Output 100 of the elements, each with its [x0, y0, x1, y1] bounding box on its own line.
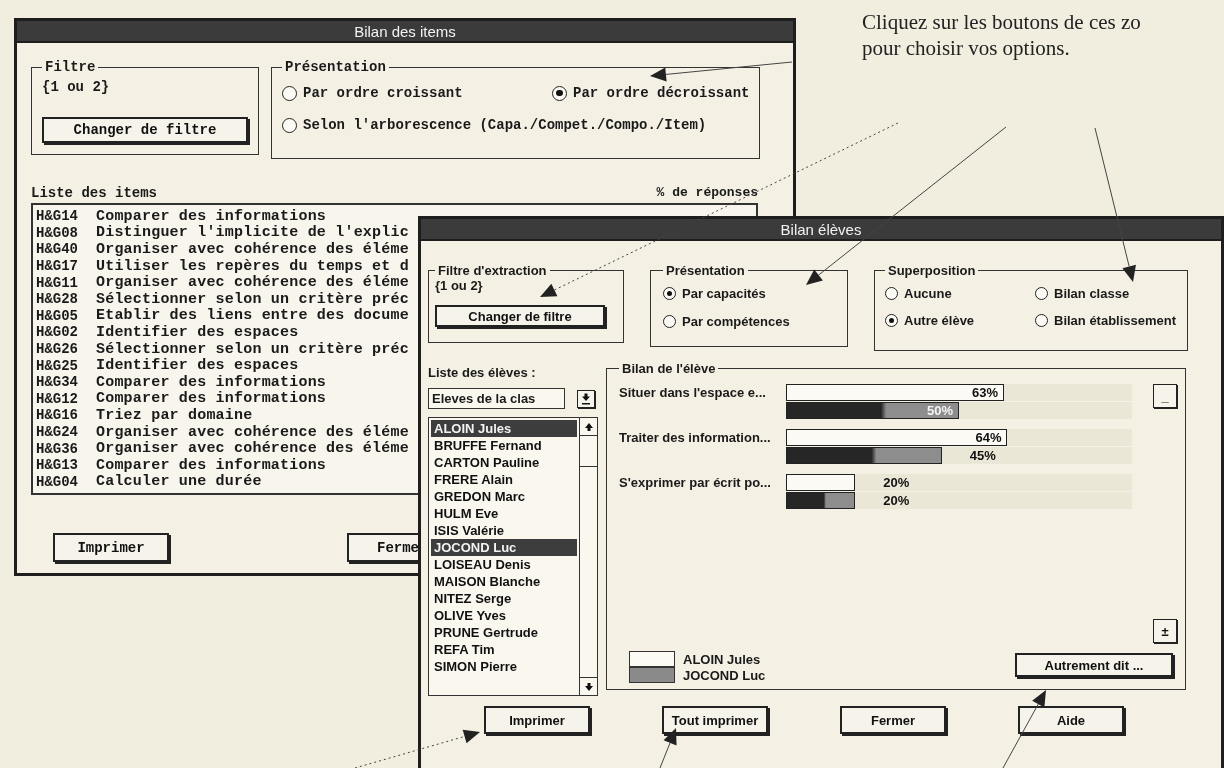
item-label[interactable]: Sélectionner selon un critère préc — [96, 290, 409, 308]
radio-button[interactable] — [1035, 287, 1048, 300]
scroll-up-icon — [583, 421, 594, 432]
item-code[interactable]: H&G13 — [36, 457, 96, 474]
radio-label[interactable]: Par ordre décroissant — [573, 85, 750, 101]
item-code[interactable]: H&G17 — [36, 258, 96, 275]
item-code[interactable]: H&G24 — [36, 424, 96, 440]
radio-button[interactable] — [663, 315, 676, 328]
window-title: Bilan élèves — [780, 220, 862, 238]
item-label[interactable]: Organiser avec cohérence des éléme — [96, 241, 409, 258]
class-select[interactable]: Eleves de la clas — [428, 388, 565, 409]
list-item[interactable]: FRERE Alain — [431, 471, 577, 488]
radio-label[interactable]: Selon l'arborescence (Capa./Compet./Compo./Item) — [303, 117, 707, 133]
small-button[interactable]: _ — [1153, 384, 1177, 408]
scrollbar[interactable] — [579, 418, 597, 695]
item-code[interactable]: H&G16 — [36, 407, 96, 424]
item-code[interactable]: H&G28 — [36, 291, 96, 308]
list-item[interactable]: CARTON Pauline — [431, 454, 577, 471]
radio-button[interactable] — [663, 287, 676, 300]
radio-button[interactable] — [885, 287, 898, 300]
list-item[interactable]: JOCOND Luc — [431, 539, 577, 556]
item-label[interactable]: Identifier des espaces — [96, 323, 299, 341]
item-code[interactable]: H&G40 — [36, 241, 96, 258]
item-label[interactable]: Comparer des informations — [96, 390, 327, 408]
list-item[interactable]: SIMON Pierre — [431, 658, 577, 675]
dialog-button[interactable]: Imprimer — [484, 706, 590, 734]
item-code[interactable]: H&G25 — [36, 357, 96, 374]
item-label[interactable]: Identifier des espaces — [96, 357, 299, 375]
item-code[interactable]: H&G36 — [36, 440, 96, 457]
radio-label[interactable]: Bilan établissement — [1054, 313, 1177, 328]
scroll-down-icon — [583, 681, 594, 692]
dropdown-button[interactable] — [577, 389, 595, 408]
percent-value: 50% — [926, 403, 953, 418]
radio-label[interactable]: Autre élève — [904, 313, 975, 328]
list-item[interactable]: GREDON Marc — [431, 488, 577, 505]
dialog-button[interactable]: Fermer — [840, 706, 946, 734]
list-item[interactable]: REFA Tim — [431, 641, 577, 658]
list-item[interactable]: MAISON Blanche — [431, 573, 577, 590]
radio-label[interactable]: Bilan classe — [1054, 286, 1130, 301]
item-code[interactable]: H&G08 — [36, 224, 96, 241]
legend-swatch — [629, 667, 675, 683]
caption-line: pour choisir vos options. — [862, 35, 1071, 61]
radio-button[interactable] — [885, 314, 898, 327]
item-label[interactable]: Organiser avec cohérence des éléme — [96, 440, 409, 458]
item-label[interactable]: Organiser avec cohérence des éléme — [96, 423, 409, 441]
item-code[interactable]: H&G34 — [36, 374, 96, 391]
list-label: Liste des items — [31, 185, 158, 201]
item-label[interactable]: Sélectionner selon un critère préc — [96, 340, 409, 358]
item-code[interactable]: H&G11 — [36, 274, 96, 291]
column-header: % de réponses — [656, 185, 758, 201]
filter-value: {1 ou 2} — [435, 278, 484, 293]
item-label[interactable]: Triez par domaine — [96, 406, 253, 424]
item-code[interactable]: H&G02 — [36, 324, 96, 341]
small-button[interactable]: ± — [1153, 619, 1177, 643]
list-item[interactable]: PRUNE Gertrude — [431, 624, 577, 641]
item-label[interactable]: Utiliser les repères du temps et d — [96, 257, 409, 275]
list-item[interactable]: BRUFFE Fernand — [431, 437, 577, 454]
radio-label[interactable]: Par capacités — [682, 286, 766, 301]
item-code[interactable]: H&G26 — [36, 341, 96, 358]
group-title: Filtre — [44, 59, 97, 75]
group-title: Superposition — [887, 263, 977, 278]
percent-value: 20% — [883, 493, 910, 508]
change-filter-button[interactable]: Changer de filtre — [42, 117, 248, 143]
radio-label[interactable]: Aucune — [904, 286, 952, 301]
item-label[interactable]: Distinguer l'implicite de l'explic — [96, 224, 409, 242]
caption-line: Cliquez sur les boutons de ces zo — [862, 9, 1141, 35]
percent-value: 64% — [975, 430, 1002, 445]
change-filter-button[interactable]: Changer de filtre — [435, 305, 605, 327]
item-code[interactable]: H&G14 — [36, 208, 96, 225]
item-code[interactable]: H&G04 — [36, 473, 96, 490]
list-item[interactable]: ALOIN Jules — [431, 420, 577, 437]
item-label[interactable]: Etablir des liens entre des docume — [96, 307, 409, 325]
item-label[interactable]: Calculer une durée — [96, 473, 262, 491]
radio-label[interactable]: Par compétences — [682, 314, 790, 329]
radio-button[interactable] — [282, 85, 297, 101]
legend-label: JOCOND Luc — [683, 667, 766, 683]
percent-value: 20% — [883, 475, 910, 490]
legend-label: ALOIN Jules — [683, 651, 761, 667]
legend-swatch — [629, 651, 675, 667]
radio-button[interactable] — [552, 85, 567, 101]
other-view-button[interactable]: Autrement dit ... — [1015, 653, 1173, 677]
list-item[interactable]: HULM Eve — [431, 505, 577, 522]
item-code[interactable]: H&G05 — [36, 307, 96, 324]
list-item[interactable]: OLIVE Yves — [431, 607, 577, 624]
result-label: S'exprimer par écrit po... — [619, 474, 772, 492]
item-label[interactable]: Comparer des informations — [96, 207, 327, 225]
dialog-button[interactable]: Tout imprimer — [662, 706, 768, 734]
print-button[interactable]: Imprimer — [53, 533, 169, 562]
item-label[interactable]: Comparer des informations — [96, 373, 327, 391]
list-label: Liste des élèves : — [428, 365, 537, 380]
item-code[interactable]: H&G12 — [36, 390, 96, 407]
dialog-button[interactable]: Aide — [1018, 706, 1124, 734]
filter-value: {1 ou 2} — [42, 79, 111, 95]
item-label[interactable]: Organiser avec cohérence des éléme — [96, 274, 409, 292]
item-label[interactable]: Comparer des informations — [96, 456, 327, 474]
radio-label[interactable]: Par ordre croissant — [303, 85, 463, 101]
list-item[interactable]: NITEZ Serge — [431, 590, 577, 607]
radio-button[interactable] — [1035, 314, 1048, 327]
radio-button[interactable] — [282, 117, 297, 133]
group-title: Bilan de l'élève — [621, 361, 717, 376]
